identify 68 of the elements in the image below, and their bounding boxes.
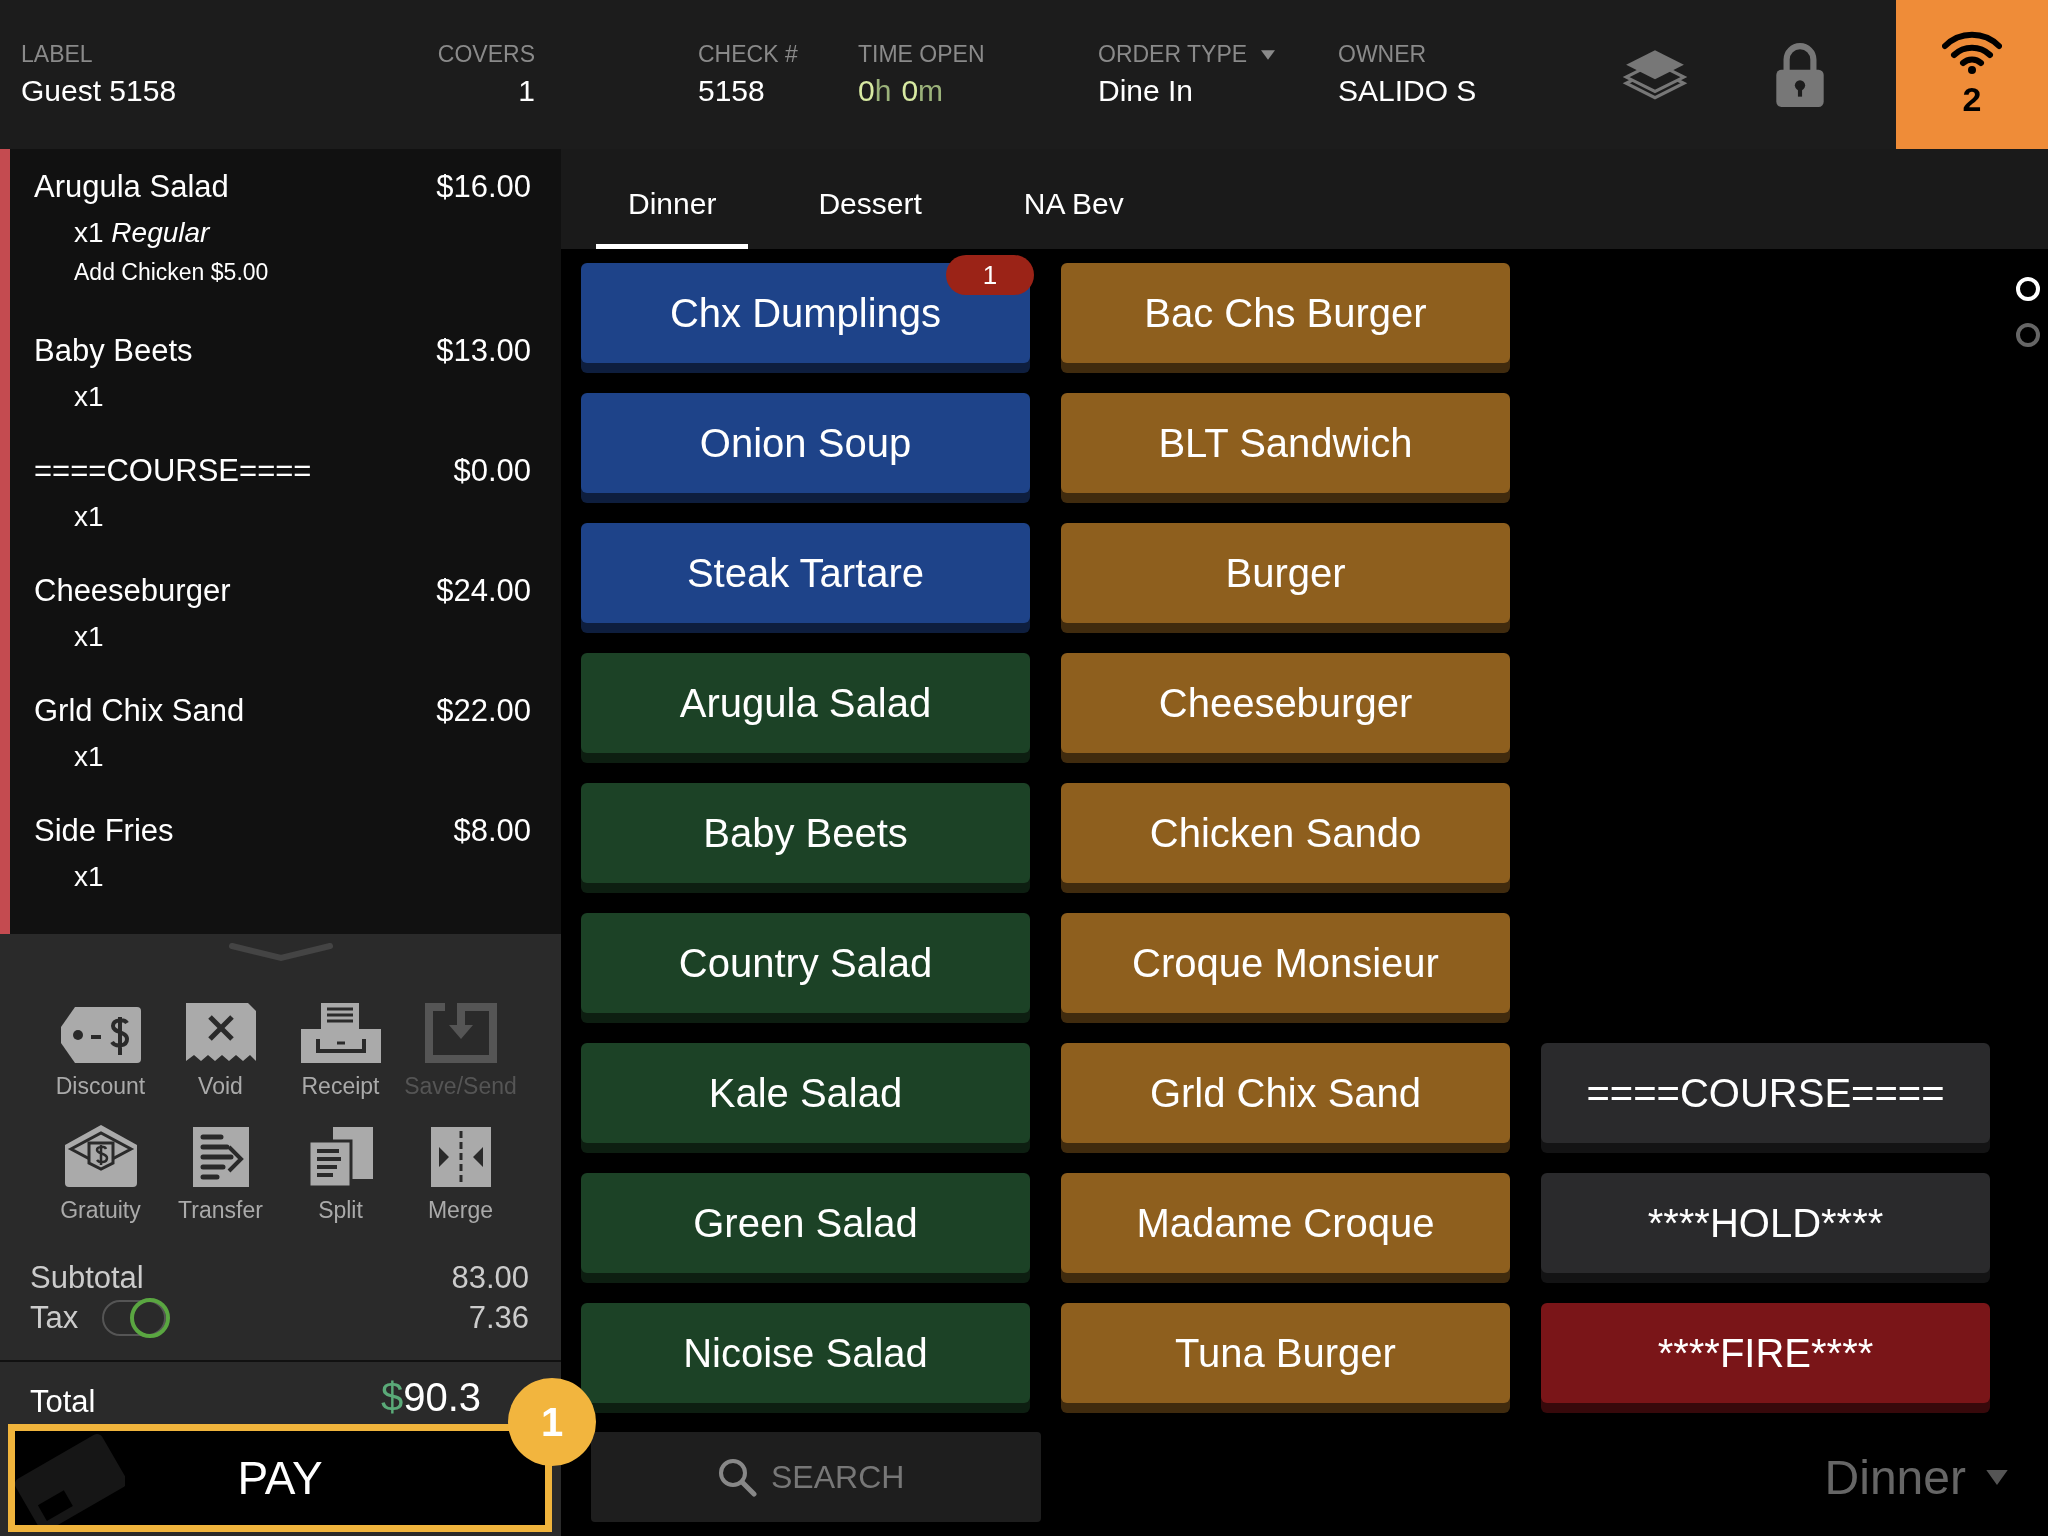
tax-toggle[interactable]: [102, 1300, 167, 1336]
field-value[interactable]: Dine In: [1098, 74, 1338, 108]
split-documents-icon: [308, 1127, 373, 1187]
network-status-button[interactable]: 2: [1896, 0, 2048, 149]
search-icon: [717, 1457, 757, 1497]
field-label: OWNER: [1338, 41, 1427, 68]
price-tag-icon: [60, 1007, 141, 1063]
item-quantity: x1: [74, 621, 105, 653]
time-open-value: 0h 0m: [858, 74, 945, 108]
field-label: CHECK #: [698, 41, 798, 68]
field-label: LABEL: [21, 41, 93, 68]
item-modifier: Add Chicken $5.00: [74, 259, 270, 286]
item-price: $22.00: [436, 693, 531, 729]
action-button[interactable]: Void: [160, 992, 281, 1100]
action-button[interactable]: Discount: [40, 992, 161, 1100]
action-button[interactable]: Receipt: [280, 992, 401, 1100]
field-value: 1: [518, 74, 535, 108]
menu-tab[interactable]: NA Bev: [991, 149, 1156, 249]
caret-icon: [1986, 1469, 2008, 1485]
subtotal-value: 83.00: [451, 1260, 529, 1296]
item-name[interactable]: Cheeseburger: [34, 573, 231, 609]
field-label: COVERS: [437, 41, 535, 68]
caret-icon[interactable]: [1261, 49, 1276, 60]
item-name[interactable]: Baby Beets: [34, 333, 193, 369]
envelope-money-icon: [64, 1125, 137, 1187]
menu-tab[interactable]: Dessert: [786, 149, 954, 249]
action-button[interactable]: Split: [280, 1116, 401, 1224]
item-name[interactable]: Arugula Salad: [34, 169, 229, 205]
torn-receipt-icon: [185, 1003, 256, 1063]
total-value: $90.3: [380, 1375, 481, 1420]
item-price: $0.00: [453, 453, 531, 489]
subtotal-label: Subtotal: [30, 1260, 144, 1296]
item-quantity: x1: [74, 381, 105, 413]
item-name[interactable]: Side Fries: [34, 813, 174, 849]
item-quantity: x1: [74, 741, 105, 773]
item-price: $16.00: [436, 169, 531, 205]
field-label: ORDER TYPE: [1098, 41, 1248, 68]
item-price: $8.00: [453, 813, 531, 849]
item-price: $24.00: [436, 573, 531, 609]
merge-arrows-icon: [430, 1127, 491, 1187]
action-button[interactable]: Transfer: [160, 1116, 281, 1224]
total-label: Total: [30, 1384, 96, 1420]
item-name[interactable]: Grld Chix Sand: [34, 693, 245, 729]
field-value: Guest 5158: [21, 74, 178, 108]
page-dot[interactable]: [2016, 323, 2040, 347]
tax-label: Tax: [30, 1300, 79, 1336]
network-count: 2: [1962, 80, 1982, 119]
tax-value: 7.36: [468, 1300, 529, 1336]
field-label: TIME OPEN: [858, 41, 985, 68]
search-field[interactable]: SEARCH: [591, 1432, 1041, 1522]
lock-icon[interactable]: [1774, 40, 1826, 109]
action-button[interactable]: Merge: [400, 1116, 521, 1224]
card-icon: [15, 1431, 125, 1525]
item-name[interactable]: ====COURSE====: [34, 453, 312, 489]
save-tray-icon: [424, 1003, 497, 1063]
menu-dropdown[interactable]: Dinner: [1824, 1449, 2008, 1505]
printer-icon: [300, 1003, 381, 1063]
field-value: 5158: [698, 74, 766, 108]
item-quantity: x1: [74, 861, 105, 893]
action-button[interactable]: Gratuity: [40, 1116, 161, 1224]
count-badge: 1: [946, 255, 1034, 295]
field-value: SALIDO S: [1338, 74, 1478, 108]
wifi-icon: [1942, 30, 2002, 74]
item-quantity: x1: [74, 501, 105, 533]
item-quantity: x1 Regular: [74, 217, 212, 249]
menu-tab[interactable]: Dinner: [596, 149, 749, 249]
chevron-handle-icon[interactable]: [228, 942, 333, 962]
item-price: $13.00: [436, 333, 531, 369]
